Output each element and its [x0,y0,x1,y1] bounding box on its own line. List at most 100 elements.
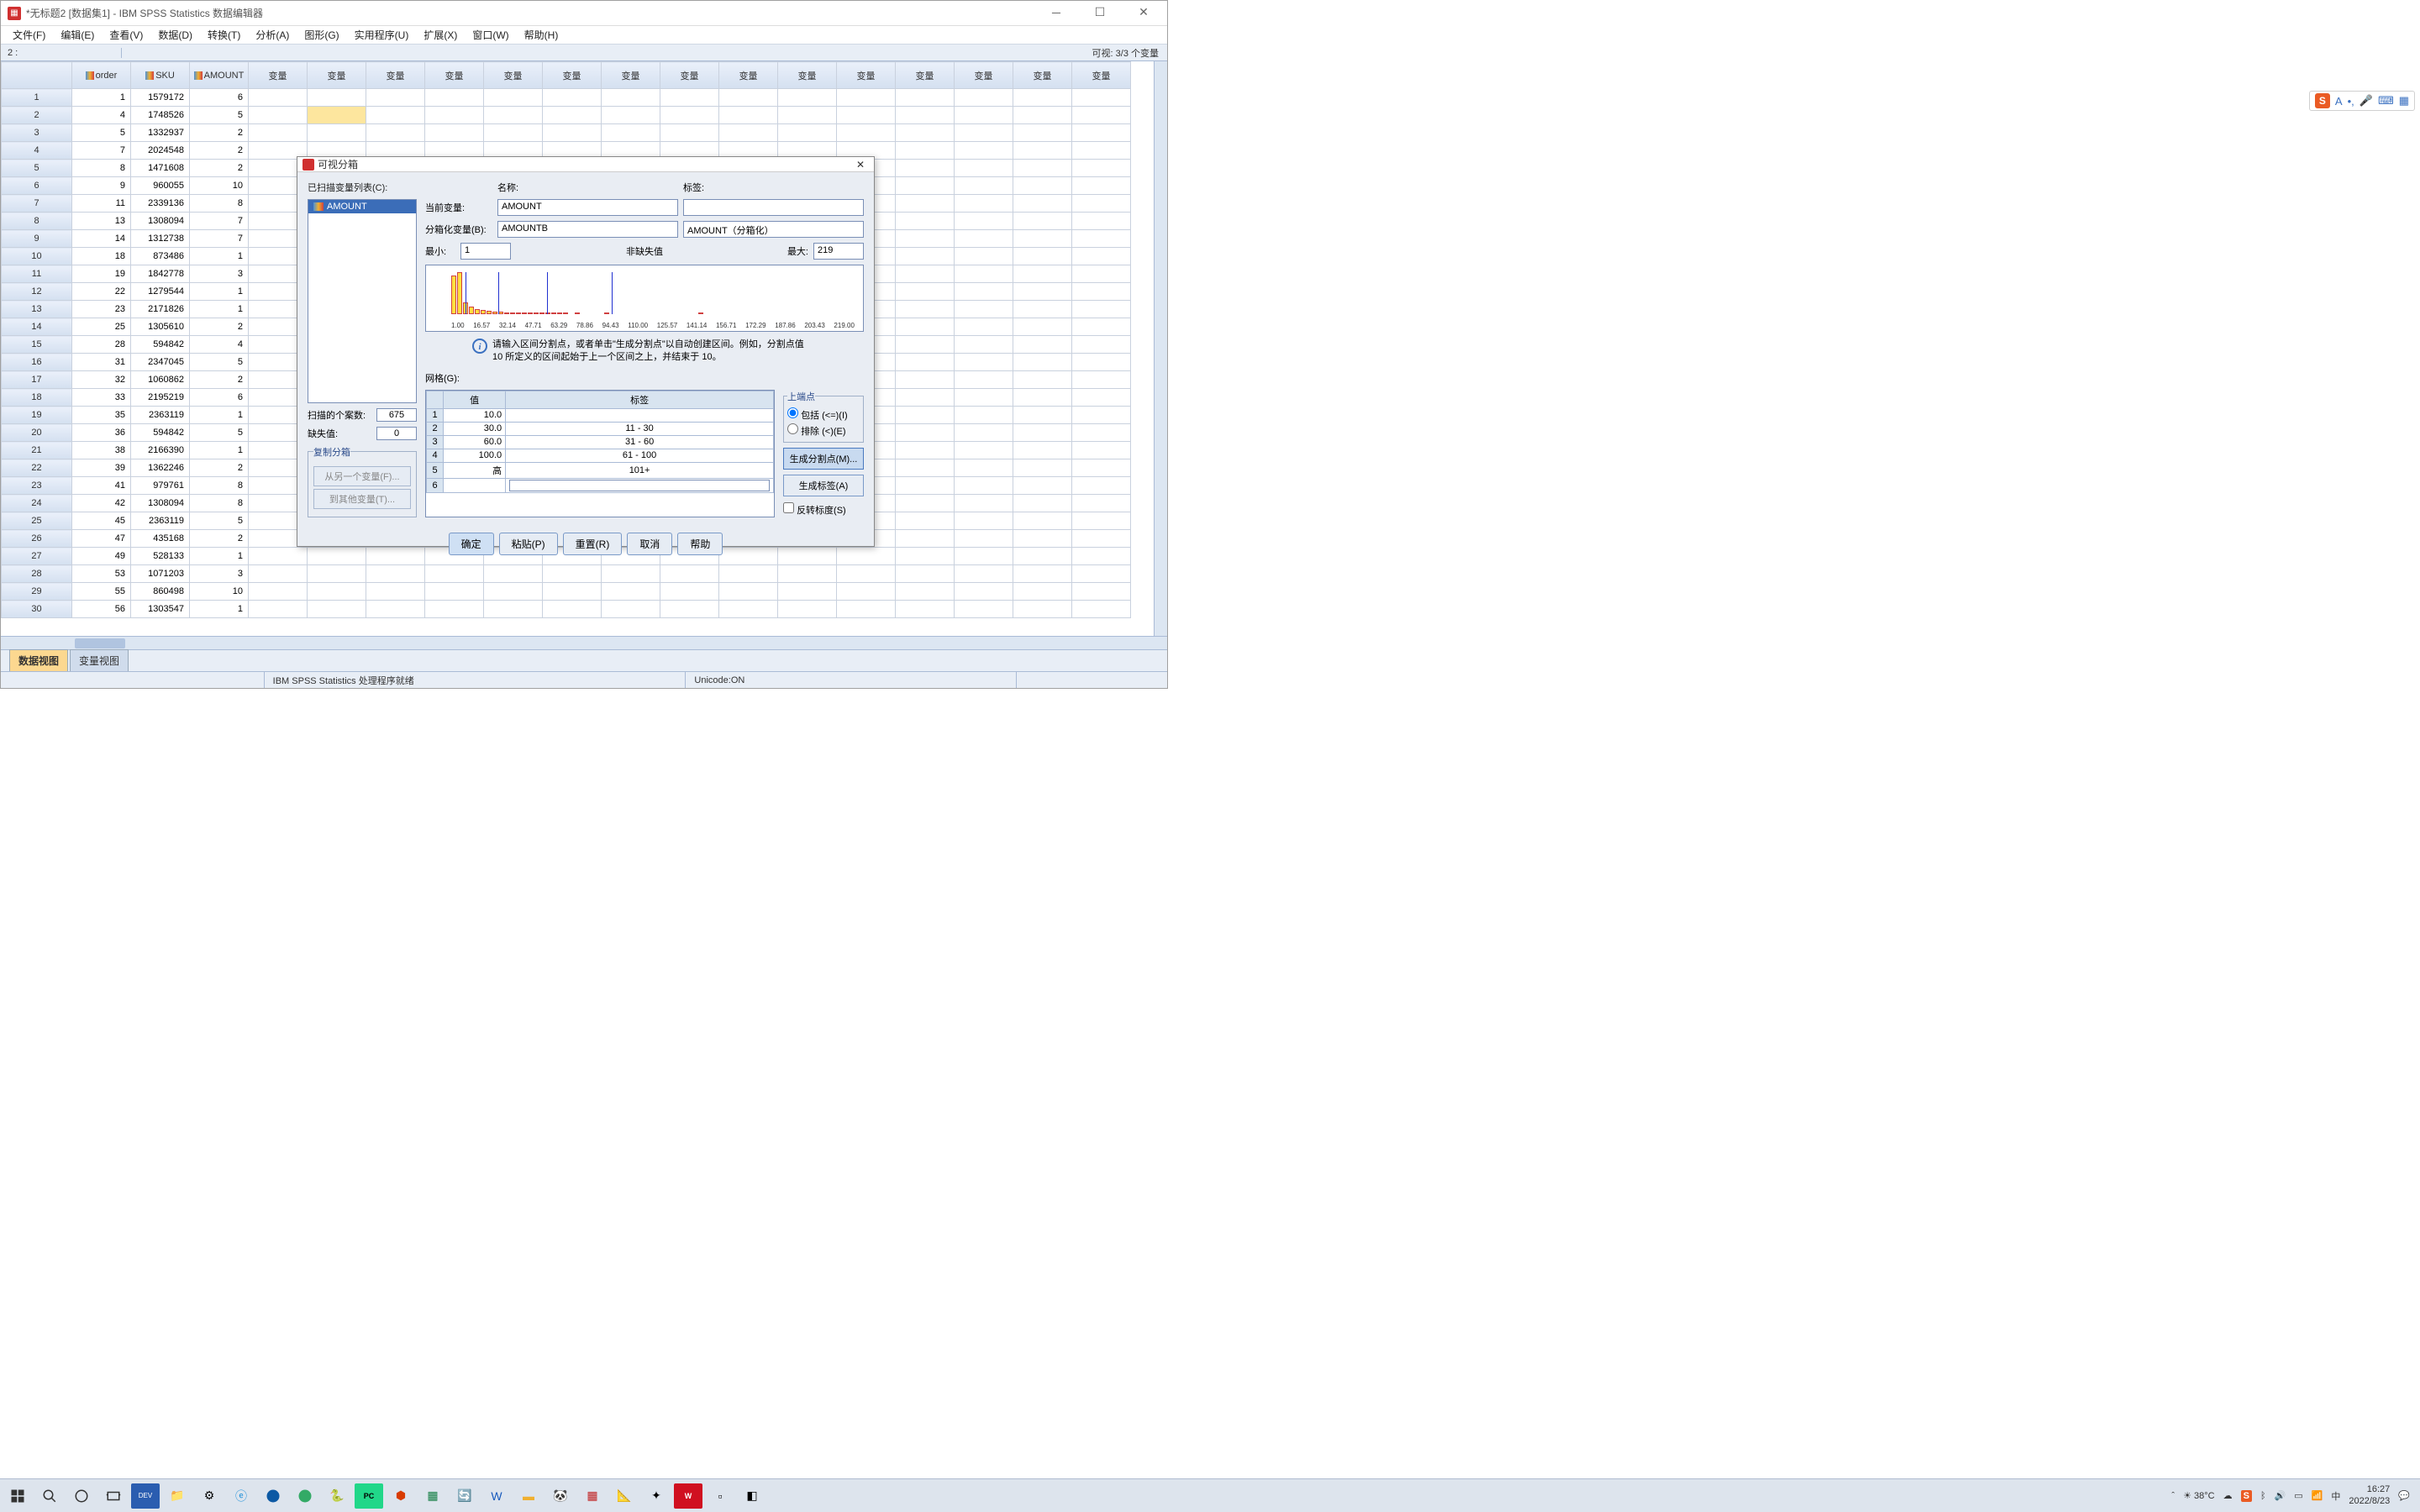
app-matlab[interactable]: 📐 [610,1483,639,1509]
generate-labels-button[interactable]: 生成标签(A) [783,475,864,496]
app-explorer[interactable]: 📁 [163,1483,192,1509]
start-button[interactable] [3,1483,32,1509]
visual-binning-dialog: 可视分箱 ✕ 已扫描变量列表(C): AMOUNT 扫描的个案数: 缺失值: 复… [297,156,875,547]
app-pycharm[interactable]: PC [355,1483,383,1509]
tray-notifications-icon[interactable]: 💬 [2398,1490,2410,1501]
menu-item[interactable]: 图形(G) [297,26,345,44]
ok-button[interactable]: 确定 [449,533,494,555]
var-item-amount[interactable]: AMOUNT [308,200,416,213]
label-header: 标签: [683,181,864,194]
info-bar: 2 : 可视: 3/3 个变量 [1,45,1167,61]
help-button[interactable]: 帮助 [677,533,723,555]
tray-expand-icon[interactable]: ˆ [2171,1491,2175,1501]
tray-wifi-icon[interactable]: 📶 [2312,1490,2323,1501]
reverse-scale-checkbox[interactable]: 反转标度(S) [783,501,864,517]
radio-exclude[interactable]: 排除 (<)(E) [787,423,860,438]
menu-item[interactable]: 数据(D) [151,26,199,44]
binned-var-label-field[interactable]: AMOUNT（分箱化） [683,221,864,238]
tray-ime-icon[interactable]: 中 [2331,1489,2340,1503]
ime-keyboard-icon[interactable]: ⌨ [2378,94,2394,108]
menu-item[interactable]: 转换(T) [201,26,247,44]
app-sync[interactable]: 🔄 [450,1483,479,1509]
app-generic2[interactable]: ◧ [738,1483,766,1509]
ime-menu-icon[interactable]: ▦ [2399,94,2409,108]
menu-item[interactable]: 帮助(H) [518,26,566,44]
menu-item[interactable]: 实用程序(U) [348,26,416,44]
windows-taskbar[interactable]: DEV 📁 ⚙ ⓔ 🐍 PC ⬢ ▦ 🔄 W ▬ 🐼 ▦ 📐 ✦ W ▫ ◧ ˆ… [0,1478,2420,1512]
minimize-button[interactable]: － [1039,5,1073,22]
current-var-label-field [683,199,864,216]
cell-indicator: 2 : [4,48,122,58]
menu-item[interactable]: 编辑(E) [54,26,101,44]
close-button[interactable]: ✕ [1127,5,1160,22]
menu-item[interactable]: 文件(F) [6,26,52,44]
cutpoint-grid[interactable]: 值标签110.0230.011 - 30360.031 - 604100.061… [425,390,775,517]
sogou-icon[interactable]: S [2315,93,2330,108]
info-text: 请输入区间分割点，或者单击"生成分割点"以自动创建区间。例如，分割点值 10 所… [492,339,813,365]
histogram-chart[interactable]: 1.0016.5732.1447.7163.2978.8694.43110.00… [425,265,864,332]
ime-mode[interactable]: A [2335,95,2343,108]
titlebar: ▦ *无标题2 [数据集1] - IBM SPSS Statistics 数据编… [1,1,1167,26]
app-ie[interactable]: ⓔ [227,1483,255,1509]
max-label: 最大: [778,244,808,258]
search-icon[interactable] [35,1483,64,1509]
reset-button[interactable]: 重置(R) [563,533,623,555]
menu-item[interactable]: 查看(V) [103,26,150,44]
tray-sound-icon[interactable]: 🔊 [2275,1490,2286,1501]
paste-button[interactable]: 粘贴(P) [499,533,558,555]
menu-item[interactable]: 分析(A) [249,26,296,44]
app-navicat[interactable]: ▬ [514,1483,543,1509]
tray-sogou-icon[interactable]: S [2241,1490,2252,1502]
copy-from-button[interactable]: 从另一个变量(F)... [313,466,411,486]
min-field: 1 [460,243,511,260]
menubar: 文件(F)编辑(E)查看(V)数据(D)转换(T)分析(A)图形(G)实用程序(… [1,26,1167,45]
app-office[interactable]: ⬢ [387,1483,415,1509]
app-excel[interactable]: ▦ [418,1483,447,1509]
app-dev[interactable]: DEV [131,1483,160,1509]
app-generic1[interactable]: ▫ [706,1483,734,1509]
tray-battery-icon[interactable]: ▭ [2294,1490,2302,1501]
cortana-icon[interactable] [67,1483,96,1509]
status-bar: IBM SPSS Statistics 处理程序就绪 Unicode:ON [1,671,1167,688]
dialog-close-button[interactable]: ✕ [852,159,869,171]
tray-bluetooth-icon[interactable]: ᛒ [2260,1491,2266,1501]
current-var-name: AMOUNT [497,199,678,216]
app-spss[interactable]: ▦ [578,1483,607,1509]
app-edge2[interactable] [291,1483,319,1509]
tray-weather[interactable]: ☀ 38°C [2183,1490,2215,1501]
taskview-icon[interactable] [99,1483,128,1509]
ime-toolbar[interactable]: S A •, 🎤 ⌨ ▦ [2309,91,2415,111]
vertical-scrollbar[interactable] [1154,61,1167,636]
window-title: *无标题2 [数据集1] - IBM SPSS Statistics 数据编辑器 [26,6,1039,20]
copy-binning-group: 复制分箱 从另一个变量(F)... 到其他变量(T)... [308,445,417,517]
tray-cloud-icon[interactable]: ☁ [2223,1490,2233,1501]
info-icon: i [472,339,487,354]
scanned-var-list[interactable]: AMOUNT [308,199,417,403]
binned-var-name[interactable]: AMOUNTB [497,221,678,238]
maximize-button[interactable]: ☐ [1083,5,1117,22]
app-python[interactable]: 🐍 [323,1483,351,1509]
tray-clock[interactable]: 16:27 2022/8/23 [2349,1484,2390,1506]
scanned-var-list-label: 已扫描变量列表(C): [308,181,417,194]
radio-include[interactable]: 包括 (<=)(I) [787,407,860,423]
tab-variable-view[interactable]: 变量视图 [70,649,129,671]
missing-label: 缺失值: [308,427,373,440]
ime-punct-icon[interactable]: •, [2348,95,2354,108]
ime-mic-icon[interactable]: 🎤 [2360,94,2373,108]
app-pandas[interactable]: 🐼 [546,1483,575,1509]
app-settings[interactable]: ⚙ [195,1483,224,1509]
generate-cutpoints-button[interactable]: 生成分割点(M)... [783,448,864,470]
tab-data-view[interactable]: 数据视图 [9,649,68,671]
menu-item[interactable]: 窗口(W) [466,26,515,44]
app-word[interactable]: W [482,1483,511,1509]
horizontal-scrollbar[interactable] [1,636,1167,649]
app-edge[interactable] [259,1483,287,1509]
nonmissing-label: 非缺失值 [516,244,773,258]
app-wps[interactable]: W [674,1483,702,1509]
cancel-button[interactable]: 取消 [627,533,672,555]
scanned-cases-field [376,408,417,422]
app-tableau[interactable]: ✦ [642,1483,671,1509]
scanned-cases-label: 扫描的个案数: [308,408,373,422]
menu-item[interactable]: 扩展(X) [417,26,464,44]
copy-to-button[interactable]: 到其他变量(T)... [313,489,411,509]
